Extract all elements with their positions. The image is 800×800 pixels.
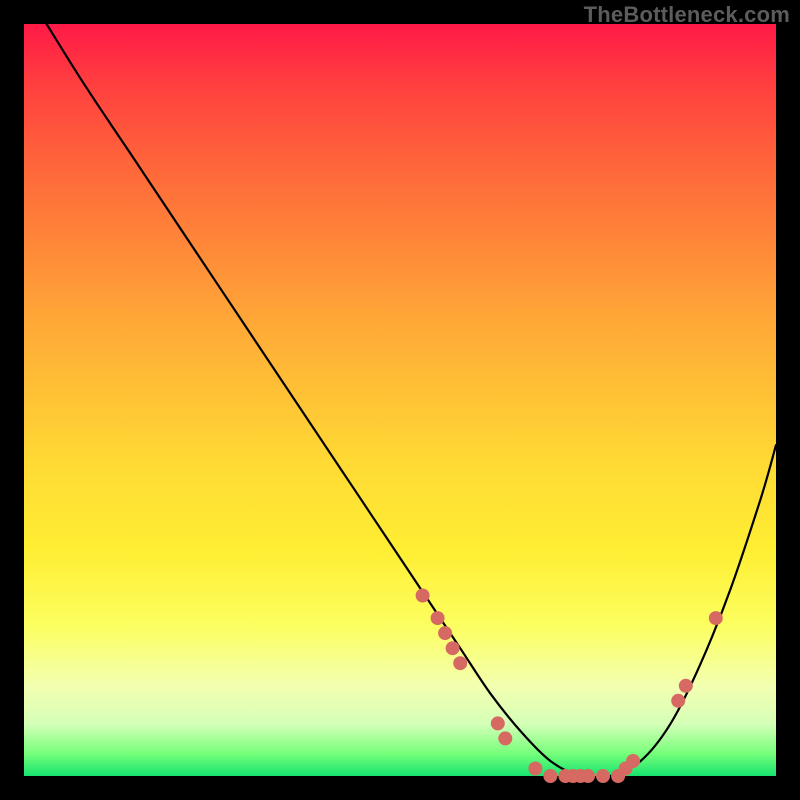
bottleneck-chart xyxy=(24,24,776,776)
data-point xyxy=(672,694,685,707)
bottleneck-curve xyxy=(47,24,776,778)
data-point xyxy=(454,657,467,670)
data-point xyxy=(499,732,512,745)
marker-group xyxy=(416,589,722,783)
chart-frame xyxy=(24,24,776,776)
data-point xyxy=(439,627,452,640)
data-point xyxy=(446,642,459,655)
data-point xyxy=(529,762,542,775)
data-point xyxy=(627,755,640,768)
data-point xyxy=(544,770,557,783)
data-point xyxy=(582,770,595,783)
data-point xyxy=(679,679,692,692)
data-point xyxy=(431,612,444,625)
data-point xyxy=(597,770,610,783)
data-point xyxy=(416,589,429,602)
data-point xyxy=(491,717,504,730)
data-point xyxy=(709,612,722,625)
watermark-text: TheBottleneck.com xyxy=(584,2,790,28)
